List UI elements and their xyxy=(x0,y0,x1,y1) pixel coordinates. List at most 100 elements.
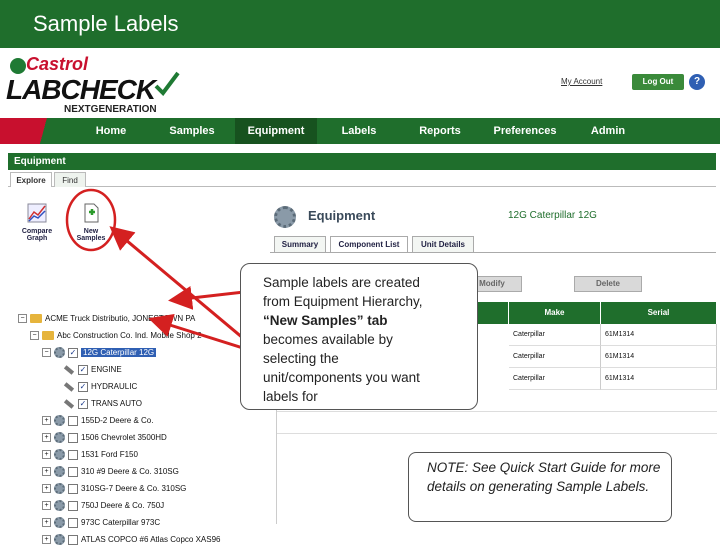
equipment-title: Equipment xyxy=(308,208,376,223)
tree-node-component[interactable]: ✓ ENGINE xyxy=(63,361,122,378)
expand-icon[interactable]: + xyxy=(42,518,51,528)
tab-component-list[interactable]: Component List xyxy=(330,236,408,252)
nav-preferences[interactable]: Preferences xyxy=(484,118,566,144)
callout-line: Sample labels are created xyxy=(263,275,420,290)
callout-line: from Equipment Hierarchy, xyxy=(263,294,423,309)
logout-button[interactable]: Log Out xyxy=(632,74,684,90)
checkbox-checked[interactable]: ✓ xyxy=(68,347,78,358)
expand-icon[interactable]: + xyxy=(42,433,51,443)
checkbox[interactable] xyxy=(68,432,78,443)
gear-icon xyxy=(54,415,65,427)
compare-graph-button[interactable]: Compare Graph xyxy=(12,202,62,242)
tree-node-company[interactable]: − ACME Truck Distributio, JONESTOWN PA xyxy=(18,310,195,327)
new-document-icon xyxy=(84,203,99,223)
expand-icon[interactable]: + xyxy=(42,484,51,494)
grid-cell-make: Caterpillar xyxy=(509,346,601,368)
expand-icon[interactable]: + xyxy=(42,501,51,511)
checkbox[interactable] xyxy=(68,517,78,528)
tree-node-label: 1531 Ford F150 xyxy=(81,450,138,459)
callout-line: unit/components you want xyxy=(263,370,420,385)
wrench-icon xyxy=(63,382,75,392)
checkbox[interactable] xyxy=(68,415,78,426)
tab-summary[interactable]: Summary xyxy=(274,236,326,252)
grid-cell-make: Caterpillar xyxy=(509,368,601,390)
bar-chart-icon xyxy=(27,203,47,223)
new-samples-button[interactable]: New Samples xyxy=(66,202,116,242)
collapse-icon[interactable]: − xyxy=(30,331,39,341)
tree-node-label: 310SG-7 Deere & Co. 310SG xyxy=(81,484,187,493)
collapse-icon[interactable]: − xyxy=(42,348,51,358)
collapse-icon[interactable]: − xyxy=(18,314,27,324)
checkbox[interactable] xyxy=(68,466,78,477)
delete-button[interactable]: Delete xyxy=(574,276,642,292)
tab-unit-details[interactable]: Unit Details xyxy=(412,236,474,252)
tree-node-unit[interactable]: +750J Deere & Co. 750J xyxy=(42,497,164,514)
grid-header-serial[interactable]: Serial xyxy=(600,302,716,324)
tree-node-label: 310 #9 Deere & Co. 310SG xyxy=(81,467,179,476)
tree-node-unit[interactable]: +310 #9 Deere & Co. 310SG xyxy=(42,463,179,480)
tree-node-unit[interactable]: +1506 Chevrolet 3500HD xyxy=(42,429,167,446)
tree-node-site[interactable]: − Abc Construction Co. Ind. Mobile Shop 2 xyxy=(30,327,202,344)
tree-node-component[interactable]: ✓ HYDRAULIC xyxy=(63,378,138,395)
slide-header: Sample Labels xyxy=(0,0,720,48)
tree-node-label: ENGINE xyxy=(91,365,122,374)
tree-node-label: 155D-2 Deere & Co. xyxy=(81,416,154,425)
gear-icon xyxy=(54,517,65,529)
tree-node-unit[interactable]: +973C Caterpillar 973C xyxy=(42,514,160,531)
tree-node-label: HYDRAULIC xyxy=(91,382,138,391)
nav-labels[interactable]: Labels xyxy=(328,118,390,144)
new-samples-label-1: New xyxy=(83,228,99,235)
new-samples-label-2: Samples xyxy=(76,235,106,242)
nav-brand-stripe xyxy=(0,118,60,144)
explore-find-tabs: Explore Find xyxy=(8,170,716,187)
tree-node-label: 12G Caterpillar 12G xyxy=(81,348,157,357)
callout-main: Sample labels are created from Equipment… xyxy=(240,263,478,410)
my-account-link[interactable]: My Account xyxy=(561,77,602,86)
gear-icon xyxy=(54,449,65,461)
help-icon[interactable]: ? xyxy=(689,74,705,90)
panel-title: Equipment xyxy=(8,153,716,170)
tree-node-label: Abc Construction Co. Ind. Mobile Shop 2 xyxy=(57,331,202,340)
wrench-icon xyxy=(63,399,75,409)
gear-icon xyxy=(54,466,65,478)
tree-node-unit[interactable]: +155D-2 Deere & Co. xyxy=(42,412,153,429)
checkbox[interactable] xyxy=(68,449,78,460)
labcheck-logo: Castrol LABCHECK NEXTGENERATION xyxy=(4,52,184,115)
expand-icon[interactable]: + xyxy=(42,450,51,460)
callout-note: NOTE: See Quick Start Guide for more det… xyxy=(408,452,672,522)
tab-find[interactable]: Find xyxy=(54,172,86,187)
tab-explore[interactable]: Explore xyxy=(10,172,52,187)
tree-node-component[interactable]: ✓ TRANS AUTO xyxy=(63,395,142,412)
wrench-icon xyxy=(63,365,75,375)
compare-graph-label-2: Graph xyxy=(26,235,48,242)
tree-node-label: 1506 Chevrolet 3500HD xyxy=(81,433,167,442)
callout-line: “New Samples” tab xyxy=(263,313,388,328)
grid-cell-serial: 61M1314 xyxy=(601,324,717,346)
gear-icon xyxy=(54,347,65,359)
checkbox-checked[interactable]: ✓ xyxy=(78,398,88,409)
labcheck-wordmark: LABCHECK xyxy=(6,74,156,105)
grid-header-make[interactable]: Make xyxy=(508,302,600,324)
gear-icon xyxy=(54,483,65,495)
tree-node-unit[interactable]: +1531 Ford F150 xyxy=(42,446,138,463)
main-nav: Home Samples Equipment Labels Reports Pr… xyxy=(0,118,720,144)
checkbox-checked[interactable]: ✓ xyxy=(78,381,88,392)
tree-node-label: ACME Truck Distributio, JONESTOWN PA xyxy=(45,314,196,323)
tree-node-unit-selected[interactable]: − ✓ 12G Caterpillar 12G xyxy=(42,344,157,361)
tab-divider xyxy=(270,252,716,253)
selected-unit-name: 12G Caterpillar 12G xyxy=(508,210,597,221)
callout-line: becomes available by xyxy=(263,332,393,347)
expand-icon[interactable]: + xyxy=(42,416,51,426)
checkbox[interactable] xyxy=(68,483,78,494)
nav-equipment[interactable]: Equipment xyxy=(235,118,317,144)
tree-node-unit[interactable]: +310SG-7 Deere & Co. 310SG xyxy=(42,480,186,497)
gear-icon xyxy=(54,500,65,512)
nav-samples[interactable]: Samples xyxy=(156,118,228,144)
checkbox[interactable] xyxy=(68,500,78,511)
nav-home[interactable]: Home xyxy=(80,118,142,144)
callout-line: selecting the xyxy=(263,351,339,366)
expand-icon[interactable]: + xyxy=(42,467,51,477)
nav-admin[interactable]: Admin xyxy=(582,118,634,144)
checkbox-checked[interactable]: ✓ xyxy=(78,364,88,375)
nav-reports[interactable]: Reports xyxy=(408,118,472,144)
